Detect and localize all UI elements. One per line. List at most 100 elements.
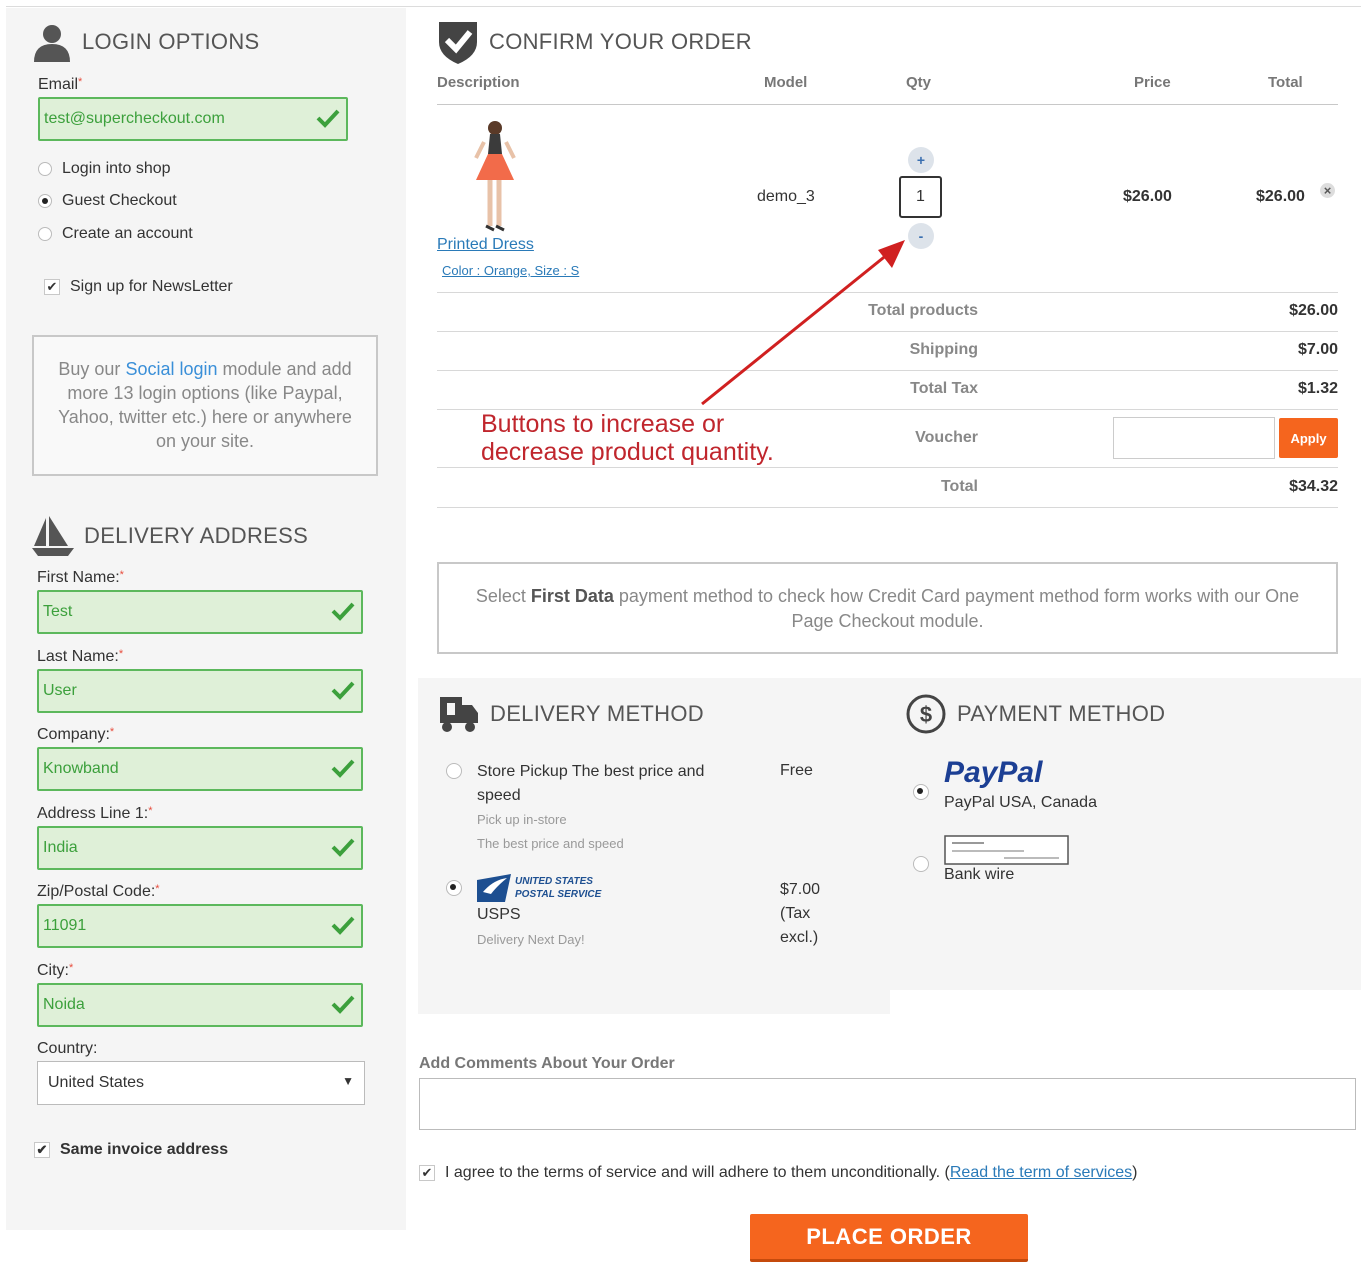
company-label: Company:* [37, 726, 115, 743]
last-name-field[interactable]: User [37, 669, 363, 713]
header-divider [437, 104, 1338, 105]
product-image[interactable] [468, 118, 522, 234]
radio-selected-icon[interactable] [38, 194, 52, 208]
terms-text-wrap: I agree to the terms of service and will… [445, 1164, 1137, 1182]
product-price: $26.00 [1123, 188, 1172, 205]
address-line1-label: Address Line 1:* [37, 805, 153, 822]
social-login-link[interactable]: Social login [125, 359, 217, 379]
pickup-desc2: The best price and speed [477, 836, 624, 851]
delivery-address-header: DELIVERY ADDRESS [32, 516, 308, 556]
checkmark-icon [331, 916, 355, 935]
first-name-label: First Name:* [37, 569, 124, 586]
terms-text: I agree to the terms of service and will… [445, 1164, 950, 1181]
checkbox-checked-icon[interactable]: ✔ [34, 1142, 50, 1158]
bank-check-icon [944, 835, 1069, 865]
product-name-link[interactable]: Printed Dress [437, 236, 534, 254]
row-divider [437, 467, 1338, 468]
zip-value: 11091 [43, 917, 87, 934]
payment-bankwire-radio[interactable] [913, 856, 929, 872]
delivery-method-title: DELIVERY METHOD [490, 701, 704, 726]
apply-voucher-button[interactable]: Apply [1279, 418, 1338, 458]
payment-paypal-radio[interactable] [913, 784, 929, 800]
same-invoice-checkbox-row[interactable]: ✔ Same invoice address [34, 1141, 228, 1159]
radio-icon[interactable] [38, 162, 52, 176]
city-field[interactable]: Noida [37, 983, 363, 1027]
paypal-logo: PayPal [944, 756, 1043, 789]
checkbox-checked-icon[interactable]: ✔ [419, 1165, 435, 1181]
country-select[interactable]: United States ▼ [37, 1061, 365, 1105]
delivery-address-title: DELIVERY ADDRESS [84, 523, 309, 548]
annotation-text: Buttons to increase or decrease product … [481, 410, 774, 466]
country-label: Country: [37, 1040, 98, 1057]
remove-item-icon[interactable]: × [1320, 183, 1335, 198]
ship-icon [32, 516, 74, 556]
note-text: payment method to check how Credit Card … [613, 586, 1300, 631]
terms-close: ) [1132, 1164, 1138, 1181]
payment-method-title: PAYMENT METHOD [957, 701, 1166, 726]
shipping-panel-extension [418, 988, 890, 1014]
radio-icon[interactable] [38, 227, 52, 241]
payment-method-header: $ PAYMENT METHOD [905, 693, 1165, 735]
delivery-option-pickup-radio[interactable] [446, 763, 462, 779]
confirm-order-header: CONFIRM YOUR ORDER [437, 20, 752, 64]
col-description: Description [437, 74, 520, 91]
login-options-title: LOGIN OPTIONS [82, 29, 260, 54]
login-option-login[interactable]: Login into shop [38, 160, 171, 178]
zip-field[interactable]: 11091 [37, 904, 363, 948]
delivery-method-header: DELIVERY METHOD [438, 693, 704, 735]
comments-label: Add Comments About Your Order [419, 1055, 675, 1072]
svg-text:$: $ [920, 702, 932, 727]
login-option-label: Guest Checkout [62, 192, 177, 209]
login-option-create[interactable]: Create an account [38, 225, 193, 243]
comments-textarea[interactable] [419, 1078, 1356, 1130]
product-attributes-link[interactable]: Color : Orange, Size : S [442, 263, 579, 278]
note-text: Select [475, 586, 531, 606]
terms-link[interactable]: Read the term of services [950, 1164, 1132, 1181]
usps-eagle-icon [477, 874, 511, 902]
payment-info-note: Select First Data payment method to chec… [437, 562, 1338, 654]
login-option-label: Create an account [62, 225, 193, 242]
first-name-field[interactable]: Test [37, 590, 363, 634]
confirm-order-title: CONFIRM YOUR ORDER [489, 29, 752, 54]
email-field[interactable]: test@supercheckout.com [38, 97, 348, 141]
bankwire-label: Bank wire [944, 866, 1015, 883]
newsletter-label: Sign up for NewsLetter [70, 278, 233, 295]
shipping-value: $7.00 [1297, 341, 1338, 358]
voucher-input[interactable] [1113, 417, 1275, 459]
company-field[interactable]: Knowband [37, 747, 363, 791]
total-tax-value: $1.32 [1297, 380, 1338, 397]
social-login-promo: Buy our Social login module and add more… [32, 335, 378, 476]
pickup-name: Store Pickup The best price and speed [477, 763, 705, 804]
product-total: $26.00 [1256, 188, 1305, 205]
first-name-value: Test [43, 603, 73, 620]
city-label: City:* [37, 962, 74, 979]
login-options-header: LOGIN OPTIONS [32, 22, 259, 62]
checkbox-checked-icon[interactable]: ✔ [44, 279, 60, 295]
grand-total-value: $34.32 [1289, 478, 1338, 495]
terms-checkbox-row[interactable]: ✔ I agree to the terms of service and wi… [419, 1164, 1137, 1182]
email-value: test@supercheckout.com [44, 110, 225, 127]
qty-input[interactable]: 1 [899, 176, 942, 218]
newsletter-checkbox-row[interactable]: ✔ Sign up for NewsLetter [44, 278, 233, 296]
qty-increase-button[interactable]: + [908, 147, 934, 173]
place-order-button[interactable]: PLACE ORDER [750, 1214, 1028, 1262]
col-model: Model [764, 74, 808, 91]
dollar-circle-icon: $ [906, 694, 946, 734]
note-bold-text: First Data [530, 586, 614, 606]
checkmark-icon [331, 681, 355, 700]
pickup-price: Free [780, 762, 813, 779]
qty-decrease-button[interactable]: - [908, 223, 934, 249]
same-invoice-label: Same invoice address [60, 1141, 229, 1158]
left-column: LOGIN OPTIONS Email* test@supercheckout.… [6, 8, 406, 1230]
usps-name: USPS [477, 906, 521, 923]
col-qty: Qty [906, 74, 932, 91]
promo-text: Buy our [58, 359, 126, 379]
login-option-guest[interactable]: Guest Checkout [38, 192, 177, 210]
user-icon [34, 25, 70, 62]
checkmark-icon [331, 838, 355, 857]
address-line1-field[interactable]: India [37, 826, 363, 870]
usps-logo: UNITED STATES POSTAL SERVICE [477, 874, 601, 902]
paypal-label: PayPal USA, Canada [944, 794, 1097, 811]
delivery-option-usps-radio[interactable] [446, 880, 462, 896]
usps-logo-line1: UNITED STATES [515, 876, 593, 887]
